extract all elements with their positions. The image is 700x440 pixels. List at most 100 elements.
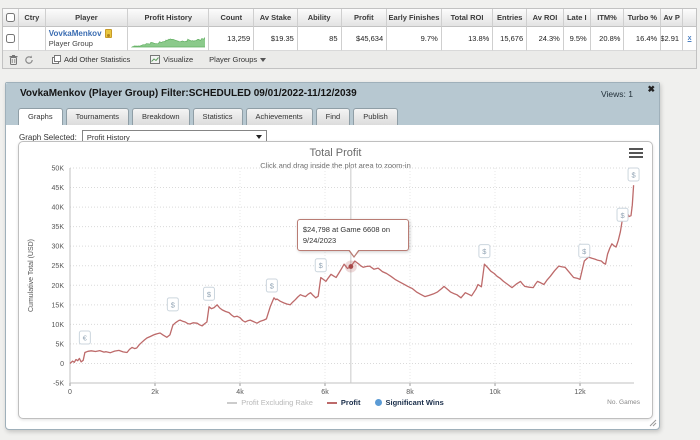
refresh-icon[interactable] bbox=[24, 55, 34, 65]
y-tick-label: 10K bbox=[52, 322, 65, 329]
ability-value: 85 bbox=[297, 27, 342, 51]
y-tick-label: 35K bbox=[52, 224, 65, 231]
hover-marker bbox=[348, 264, 354, 269]
resize-grip-icon[interactable] bbox=[649, 419, 657, 427]
player-badge-icon bbox=[104, 29, 112, 38]
entries-value: 15,676 bbox=[493, 27, 528, 51]
legend-profit[interactable]: Profit bbox=[326, 398, 361, 407]
player-cell[interactable]: VovkaMenkov Player Group bbox=[45, 27, 129, 51]
col-itm[interactable]: ITM% bbox=[590, 9, 625, 27]
legend-dot-icon bbox=[374, 399, 382, 406]
col-entries[interactable]: Entries bbox=[493, 9, 528, 27]
tooltip-line1: $24,798 at Game 6608 on bbox=[302, 224, 390, 234]
tab-graphs[interactable]: Graphs bbox=[18, 108, 63, 125]
legend-label: Profit Excluding Rake bbox=[241, 398, 313, 407]
visualize-label: Visualize bbox=[163, 55, 194, 64]
legend-label: Significant Wins bbox=[385, 398, 444, 407]
chart-tooltip: $24,798 at Game 6608 on 9/24/2023 bbox=[296, 218, 409, 258]
legend-profit-excluding-rake[interactable]: Profit Excluding Rake bbox=[227, 398, 313, 407]
select-all-checkbox[interactable] bbox=[5, 13, 15, 22]
y-tick-label: 20K bbox=[52, 283, 65, 290]
chart-panel: Total Profit Click and drag inside the p… bbox=[18, 141, 653, 419]
table-toolbar: Add Other Statistics Visualize Player Gr… bbox=[3, 51, 696, 68]
x-tick-label: 2k bbox=[151, 389, 159, 396]
sparkline-chart bbox=[131, 36, 206, 47]
x-tick-label: 12k bbox=[574, 389, 586, 396]
legend-label: Profit bbox=[340, 398, 361, 407]
col-late[interactable]: Late I bbox=[563, 9, 591, 27]
expand-icon[interactable]: x bbox=[688, 35, 692, 42]
table-row[interactable]: VovkaMenkov Player Group 13,259 $19.35 8… bbox=[3, 27, 696, 51]
legend-dash-icon bbox=[227, 401, 238, 404]
country-cell bbox=[18, 27, 46, 51]
add-other-statistics-button[interactable]: Add Other Statistics bbox=[52, 55, 130, 64]
player-name[interactable]: VovkaMenkov bbox=[49, 29, 102, 39]
close-icon[interactable]: ✖ bbox=[647, 84, 655, 95]
col-ctry[interactable]: Ctry bbox=[18, 9, 46, 27]
turbo-value: 16.4% bbox=[624, 27, 662, 51]
av-stake-value: $19.35 bbox=[254, 27, 298, 51]
chart-legend: Profit Excluding Rake Profit Significant… bbox=[19, 398, 652, 407]
legend-dash-icon bbox=[326, 401, 337, 404]
y-tick-label: 15K bbox=[52, 302, 65, 309]
col-player[interactable]: Player bbox=[45, 9, 129, 27]
tab-publish[interactable]: Publish bbox=[353, 108, 398, 125]
window-title: VovkaMenkov (Player Group) Filter:SCHEDU… bbox=[20, 88, 357, 99]
legend-significant-wins[interactable]: Significant Wins bbox=[374, 398, 444, 407]
player-groups-label: Player Groups bbox=[209, 55, 258, 64]
tab-achievements[interactable]: Achievements bbox=[245, 108, 313, 125]
y-tick-label: 25K bbox=[52, 263, 65, 270]
y-tick-label: -5K bbox=[53, 381, 64, 388]
y-tick-label: 40K bbox=[52, 205, 65, 212]
tab-tournaments[interactable]: Tournaments bbox=[65, 108, 129, 125]
col-av-p[interactable]: Av P bbox=[661, 9, 684, 27]
early-finishes-value: 9.7% bbox=[387, 27, 442, 51]
visualize-button[interactable]: Visualize bbox=[150, 55, 193, 64]
chevron-down-icon bbox=[260, 57, 267, 62]
row-checkbox[interactable] bbox=[5, 34, 15, 43]
tooltip-line2: 9/24/2023 bbox=[302, 235, 337, 245]
select-all-cell bbox=[3, 9, 19, 27]
y-axis-title: Cumulative Total (USD) bbox=[28, 239, 35, 312]
col-turbo[interactable]: Turbo % bbox=[624, 9, 662, 27]
col-av-roi[interactable]: Av ROI bbox=[527, 9, 564, 27]
profit-history-sparkline[interactable] bbox=[128, 27, 210, 51]
x-tick-label: 4k bbox=[236, 389, 244, 396]
col-av-stake[interactable]: Av Stake bbox=[254, 9, 298, 27]
col-total-roi[interactable]: Total ROI bbox=[441, 9, 494, 27]
count-value: 13,259 bbox=[209, 27, 255, 51]
av-roi-value: 24.3% bbox=[527, 27, 564, 51]
player-group-window: VovkaMenkov (Player Group) Filter:SCHEDU… bbox=[5, 82, 660, 430]
player-groups-dropdown[interactable]: Player Groups bbox=[209, 55, 267, 64]
col-count[interactable]: Count bbox=[209, 9, 255, 27]
window-header: VovkaMenkov (Player Group) Filter:SCHEDU… bbox=[6, 83, 659, 125]
y-tick-label: 45K bbox=[52, 185, 65, 192]
itm-value: 20.8% bbox=[590, 27, 625, 51]
chevron-down-icon bbox=[255, 135, 262, 139]
total-roi-value: 13.8% bbox=[441, 27, 494, 51]
tab-statistics[interactable]: Statistics bbox=[192, 108, 243, 125]
player-type: Player Group bbox=[48, 38, 93, 48]
sparkline-area bbox=[131, 36, 206, 47]
col-profit-history[interactable]: Profit History bbox=[128, 9, 210, 27]
y-tick-label: 50K bbox=[52, 166, 65, 173]
views-count: Views: 1 bbox=[601, 89, 633, 99]
av-p-value: $2.91 bbox=[661, 27, 684, 51]
col-end-spacer bbox=[683, 9, 696, 27]
col-profit[interactable]: Profit bbox=[341, 9, 388, 27]
x-tick-label: 10k bbox=[489, 389, 501, 396]
tab-breakdown[interactable]: Breakdown bbox=[131, 108, 190, 125]
col-ability[interactable]: Ability bbox=[297, 9, 342, 27]
tab-find[interactable]: Find bbox=[315, 108, 351, 125]
profit-value: $45,634 bbox=[341, 27, 388, 51]
late-value: 9.5% bbox=[563, 27, 591, 51]
results-table: Ctry Player Profit History Count Av Stak… bbox=[2, 8, 697, 69]
profit-chart[interactable]: -5K 0 5K 10K 15K 20K 25K 30K 35K 40K 45K 50K 0 2k 4k 6k… bbox=[19, 142, 654, 420]
y-tick-label: 30K bbox=[52, 244, 65, 251]
visualize-icon bbox=[150, 55, 161, 64]
x-tick-label: 8k bbox=[406, 389, 414, 396]
col-early-finishes[interactable]: Early Finishes bbox=[387, 9, 442, 27]
delete-icon[interactable] bbox=[9, 54, 18, 65]
y-tick-label: 5K bbox=[55, 341, 64, 348]
add-other-statistics-label: Add Other Statistics bbox=[64, 55, 131, 64]
